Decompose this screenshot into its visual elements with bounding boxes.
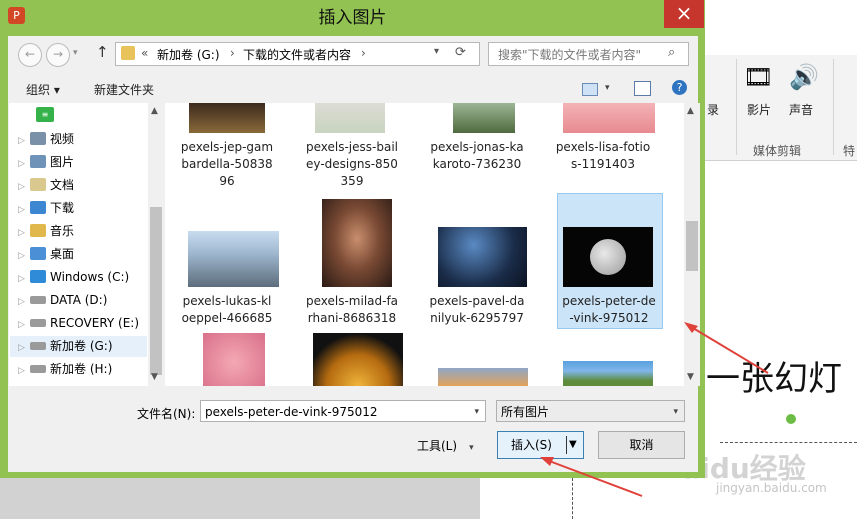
annotation-arrow-to-file <box>687 324 769 374</box>
annotation-arrows <box>540 322 769 497</box>
annotation-arrowhead <box>540 457 554 466</box>
annotation-arrow-to-insert <box>543 458 643 497</box>
annotation-arrowhead <box>684 322 698 333</box>
